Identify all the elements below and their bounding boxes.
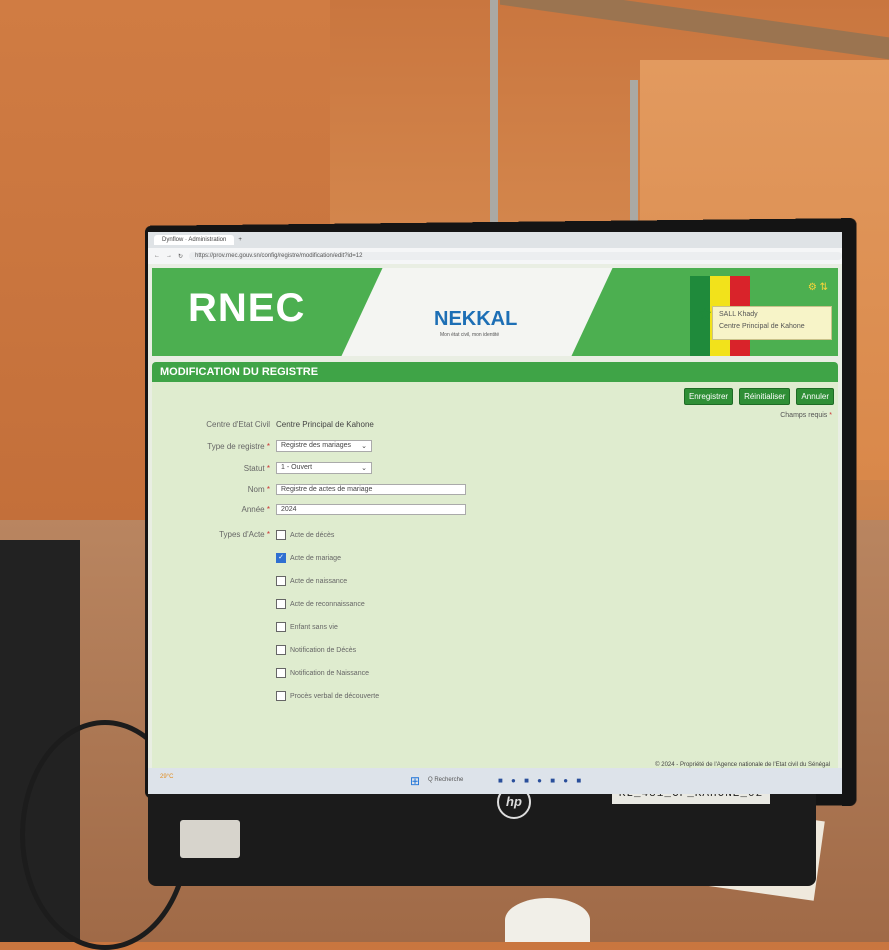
cancel-button[interactable]: Annuler xyxy=(796,388,834,405)
type-select[interactable]: Registre des mariages ⌄ xyxy=(276,440,372,452)
nom-label: Nom * xyxy=(247,485,270,494)
form-actions: Enregistrer Réinitialiser Annuler xyxy=(683,388,834,405)
checkbox[interactable]: ✓ xyxy=(276,553,286,563)
browser-tab-strip: Dynflow · Administration + xyxy=(148,232,842,248)
windows-taskbar: 29°C ⊞ Q Recherche ■ ● ■ ● ■ ● ■ xyxy=(148,768,842,794)
annee-label: Année * xyxy=(241,505,271,514)
type-checkbox-item[interactable]: Enfant sans vie xyxy=(276,622,379,632)
energy-sticker xyxy=(180,820,240,858)
type-checkbox-item[interactable]: Acte de reconnaissance xyxy=(276,599,379,609)
mug xyxy=(505,898,590,942)
chevron-down-icon: ⌄ xyxy=(361,465,367,472)
user-name: SALL Khady xyxy=(719,311,758,318)
statut-row: Statut * 1 - Ouvert ⌄ xyxy=(152,462,372,474)
centre-value: Centre Principal de Kahone xyxy=(276,420,374,429)
type-checkbox-item[interactable]: ✓ Acte de mariage xyxy=(276,553,379,563)
type-checkbox-item[interactable]: Notification de Naissance xyxy=(276,668,379,678)
required-note: Champs requis * xyxy=(780,412,832,419)
checkbox[interactable] xyxy=(276,691,286,701)
reset-button[interactable]: Réinitialiser xyxy=(739,388,791,405)
checkbox-label: Procès verbal de découverte xyxy=(290,692,380,700)
checkbox[interactable] xyxy=(276,599,286,609)
browser-tab[interactable]: Dynflow · Administration xyxy=(154,235,235,245)
back-icon[interactable]: ← xyxy=(154,253,160,259)
weather-widget[interactable]: 29°C xyxy=(160,774,173,780)
screen: Dynflow · Administration + ← → ↻ https:/… xyxy=(148,232,842,794)
checkbox-label: Notification de Naissance xyxy=(290,669,369,677)
new-tab-icon[interactable]: + xyxy=(238,237,242,243)
checkbox[interactable] xyxy=(276,530,286,540)
type-row: Type de registre * Registre des mariages… xyxy=(152,440,372,452)
statut-label: Statut * xyxy=(243,463,270,473)
url-input[interactable]: https://prov.rnec.gouv.sn/config/registr… xyxy=(189,252,842,260)
nekkal-tagline: Mon état civil, mon identité xyxy=(440,332,500,338)
page-title: MODIFICATION DU REGISTRE xyxy=(152,362,838,382)
app-banner: RNEC NEKKAL Mon état civil, mon identité… xyxy=(152,268,838,356)
nekkal-logo: NEKKAL xyxy=(434,308,518,330)
checkbox-label: Enfant sans vie xyxy=(290,623,338,631)
checkbox[interactable] xyxy=(276,645,286,655)
types-label: Types d'Acte * xyxy=(219,530,270,539)
taskbar-search[interactable]: Q Recherche xyxy=(428,777,463,783)
windows-start-icon[interactable]: ⊞ xyxy=(410,774,420,788)
type-checkbox-item[interactable]: Procès verbal de découverte xyxy=(276,691,379,701)
user-info-box: SALL Khady Centre Principal de Kahone xyxy=(712,306,832,340)
user-center: Centre Principal de Kahone xyxy=(719,323,805,330)
nom-input[interactable]: Registre de actes de mariage xyxy=(276,484,466,495)
types-row: Types d'Acte * Acte de décès ✓ Acte de mar… xyxy=(152,530,379,701)
taskbar-app-icons[interactable]: ■ ● ■ ● ■ ● ■ xyxy=(498,776,584,785)
type-label: Type de registre * xyxy=(207,441,270,451)
forward-icon[interactable]: → xyxy=(166,253,172,259)
reload-icon[interactable]: ↻ xyxy=(178,253,183,260)
chevron-down-icon: ⌄ xyxy=(361,443,367,450)
checkbox[interactable] xyxy=(276,576,286,586)
annee-input[interactable]: 2024 xyxy=(276,504,466,515)
statut-select[interactable]: 1 - Ouvert ⌄ xyxy=(276,462,372,474)
metal-shelf xyxy=(480,0,889,250)
rnec-logo: RNEC xyxy=(188,286,306,330)
checkbox-label: Acte de naissance xyxy=(290,577,348,585)
types-checkbox-list: Acte de décès ✓ Acte de mariage Acte de nai… xyxy=(276,530,379,701)
type-checkbox-item[interactable]: Notification de Décès xyxy=(276,645,379,655)
form-panel: Enregistrer Réinitialiser Annuler Champs… xyxy=(152,382,838,772)
star-icon: ★ xyxy=(698,306,713,323)
centre-row: Centre d'Etat Civil Centre Principal de … xyxy=(152,420,374,429)
save-button[interactable]: Enregistrer xyxy=(683,388,734,405)
type-checkbox-item[interactable]: Acte de naissance xyxy=(276,576,379,586)
address-bar: ← → ↻ https://prov.rnec.gouv.sn/config/r… xyxy=(148,248,842,264)
checkbox[interactable] xyxy=(276,622,286,632)
checkbox-label: Acte de mariage xyxy=(290,554,341,562)
checkbox-label: Acte de décès xyxy=(290,531,335,539)
type-checkbox-item[interactable]: Acte de décès xyxy=(276,530,379,540)
checkbox-label: Notification de Décès xyxy=(290,646,357,654)
settings-icon[interactable]: ⚙ ⇅ xyxy=(808,282,828,293)
centre-label: Centre d'Etat Civil xyxy=(206,420,270,429)
annee-row: Année * 2024 xyxy=(152,504,466,515)
checkbox-label: Acte de reconnaissance xyxy=(290,600,365,608)
checkbox[interactable] xyxy=(276,668,286,678)
nom-row: Nom * Registre de actes de mariage xyxy=(152,484,466,495)
